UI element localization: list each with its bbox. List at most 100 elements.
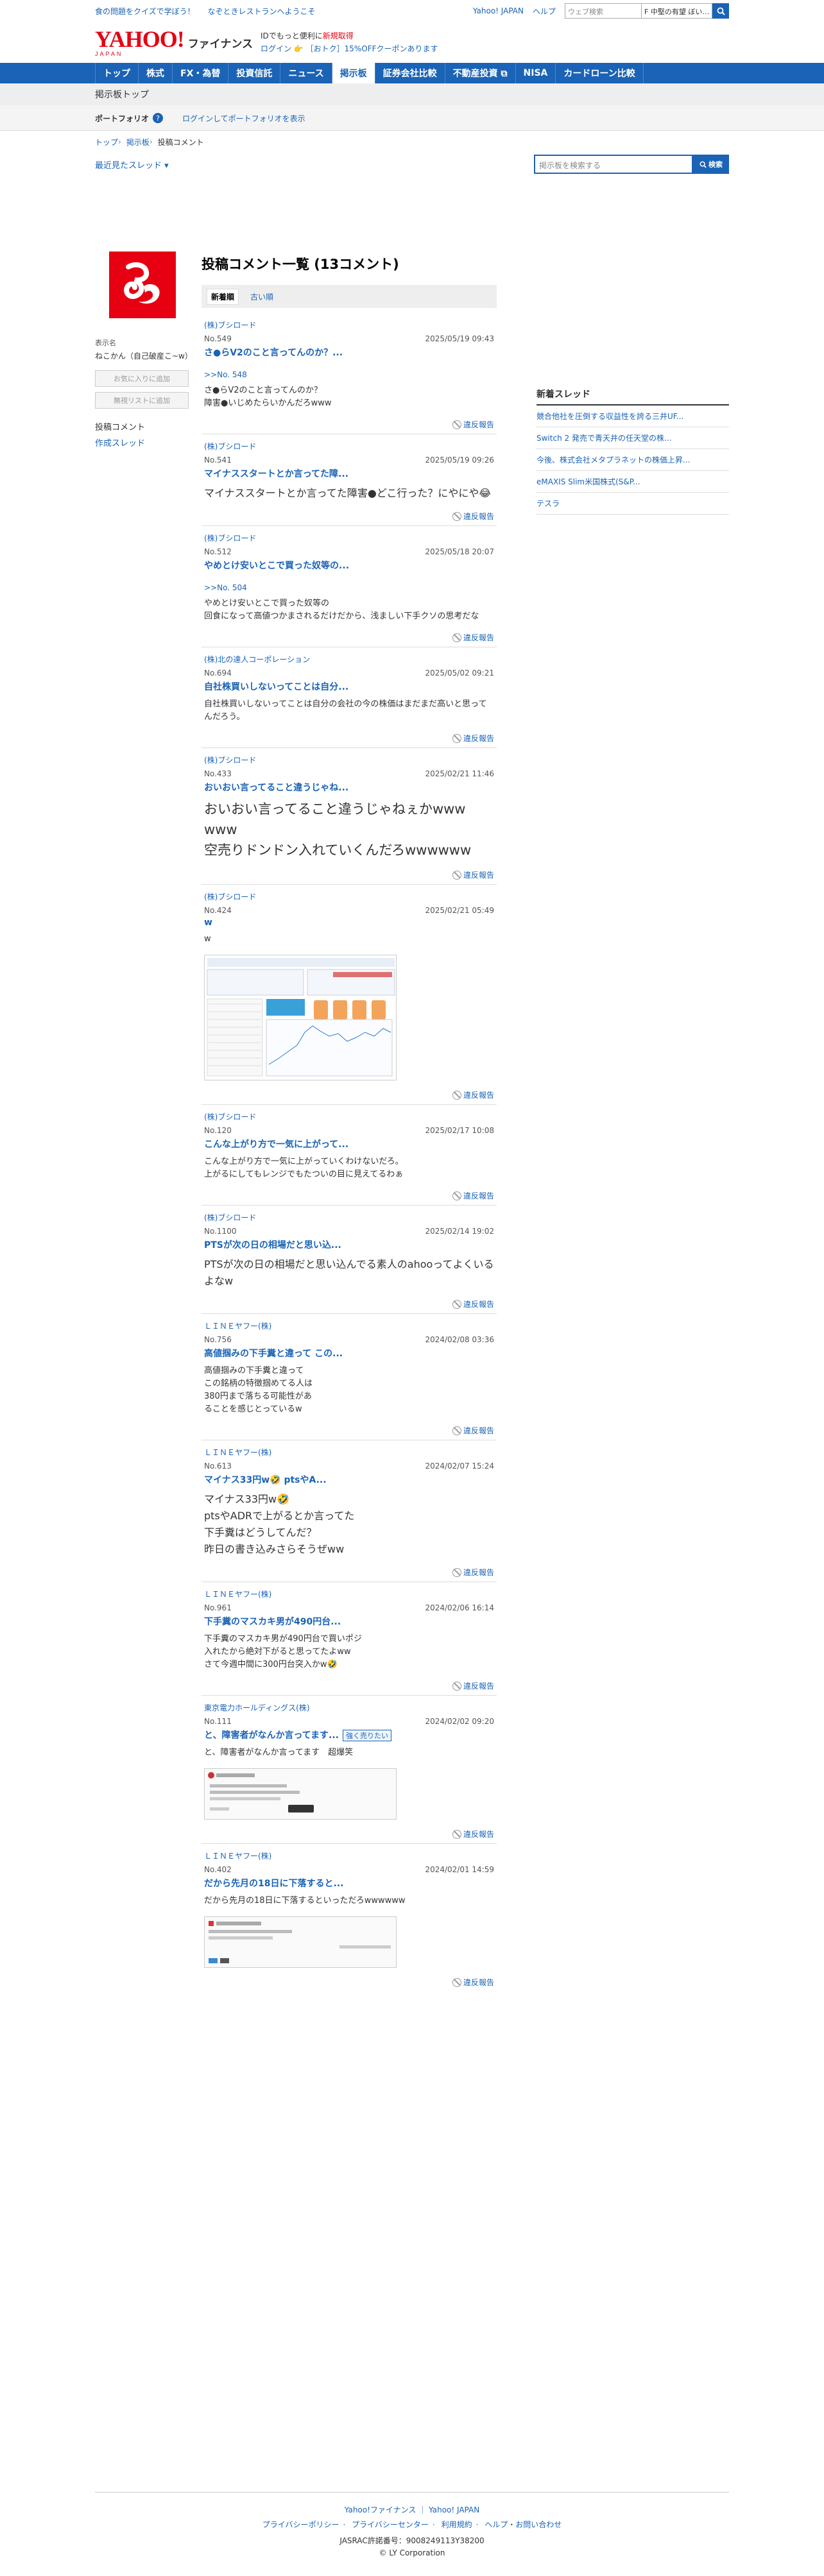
comment-title: PTSが次の日の相場だと思い込... [204,1240,341,1250]
comment-body: やめとけ安いとこで買った奴等の 回食になって高値つかまされるだけだから、浅ましい… [204,599,479,621]
comment-title-link[interactable]: 高値掴みの下手糞と違って この... [204,1347,494,1360]
coupon-link[interactable]: ［おトク］15%OFFクーポンあります [306,44,438,53]
report-link[interactable]: 違反報告 [204,1190,494,1201]
comment-title-link[interactable]: 自社株買いしないってことは自分... [204,680,494,693]
comment-title-link[interactable]: マイナススタートとか言ってた障... [204,467,494,480]
comment-stock-link[interactable]: (株)北の達人コーポレーション [204,654,494,665]
comment-stock-link[interactable]: (株)ブシロード [204,755,494,765]
attached-screenshot-image[interactable] [204,1916,397,1968]
comment-title-link[interactable]: PTSが次の日の相場だと思い込... [204,1238,494,1251]
sort-old-tab[interactable]: 古い順 [250,291,273,302]
comment-title-link[interactable]: おいおい言ってること違うじゃね... [204,781,494,794]
nav-item[interactable]: ニュース [280,63,332,83]
breadcrumb-top[interactable]: トップ [95,137,118,148]
nav-item[interactable]: トップ [95,63,139,83]
comment-stock-link[interactable]: ＬＩＮＥヤフー(株) [204,1850,494,1861]
nav-item[interactable]: NISA [516,63,556,83]
web-search-input[interactable]: ウェブ検索 [565,3,642,19]
nav-item[interactable]: カードローン比較 [556,63,644,83]
board-search-button[interactable]: 検索 [693,155,729,174]
report-link[interactable]: 違反報告 [204,1089,494,1100]
comment-title-link[interactable]: と、障害者がなんか言ってます... 強く売りたい [204,1728,494,1741]
comment-date: 2025/02/14 19:02 [425,1227,494,1236]
comment-title-link[interactable]: w [204,917,494,928]
comment-stock-link[interactable]: (株)ブシロード [204,320,494,330]
comment-title-link[interactable]: だから先月の18日に下落すると... [204,1877,494,1889]
new-thread-link[interactable]: テスラ [536,493,729,515]
prohibited-icon [452,1681,461,1691]
search-button[interactable] [712,3,729,19]
portfolio-login-link[interactable]: ログインしてポートフォリオを表示 [182,113,305,124]
comment-title-link[interactable]: 下手糞のマスカキ男が490円台... [204,1615,494,1628]
report-link[interactable]: 違反報告 [204,1299,494,1309]
nav-item[interactable]: FX・為替 [173,63,229,83]
new-thread-link[interactable]: 競合他社を圧倒する収益性を誇る三井UF... [536,405,729,427]
nav-posted-comments[interactable]: 投稿コメント [95,420,202,432]
footer-link-privacy-center[interactable]: プライバシーセンター [352,2520,429,2529]
reply-anchor-link[interactable]: >>No. 504 [204,583,494,592]
report-link[interactable]: 違反報告 [204,733,494,744]
new-thread-link[interactable]: 今後、株式会社メタプラネットの株価上昇... [536,449,729,471]
nav-item[interactable]: 掲示板 [332,63,375,83]
footer-link-terms[interactable]: 利用規約 [442,2520,472,2529]
sort-new-tab[interactable]: 新着順 [207,288,239,305]
nav-item[interactable]: 投資信託 [228,63,281,83]
report-link[interactable]: 違反報告 [204,869,494,880]
site-search-input[interactable]: F 中堅の有望 ぼい… [642,3,712,19]
report-link[interactable]: 違反報告 [204,1977,494,1988]
nav-item[interactable]: 証券会社比較 [375,63,445,83]
nav-item[interactable]: 不動産投資 ⧉ [445,63,516,83]
comment-stock-link[interactable]: ＬＩＮＥヤフー(株) [204,1447,494,1458]
report-link[interactable]: 違反報告 [204,511,494,522]
report-label: 違反報告 [463,1426,494,1435]
report-link[interactable]: 違反報告 [204,1680,494,1691]
nav-created-threads[interactable]: 作成スレッド [95,436,202,448]
comment-stock-link[interactable]: 東京電力ホールディングス(株) [204,1702,494,1713]
login-link[interactable]: ログイン [261,44,291,53]
top-strip: 食の問題をクイズで学ぼう！ なぞときレストランへようこそ Yahoo! JAPA… [95,0,729,22]
help-icon[interactable]: ? [153,113,164,123]
register-link[interactable]: 新規取得 [323,31,354,40]
comment-title-link[interactable]: マイナス33円w🤣 ptsやA... [204,1473,494,1486]
comment-stock-link[interactable]: (株)ブシロード [204,891,494,902]
new-threads-title: 新着スレッド [536,388,729,405]
attached-screenshot-image[interactable] [204,1768,397,1820]
comment-item: (株)ブシロード No.433 2025/02/21 11:46 おいおい言ってること… [202,747,497,884]
board-search-input[interactable]: 掲示板を検索する [534,155,693,174]
comment-stock-link[interactable]: (株)ブシロード [204,1111,494,1122]
comment-stock-link[interactable]: (株)ブシロード [204,533,494,543]
promo-link-restaurant[interactable]: なぞときレストランへようこそ [207,7,315,16]
yahoo-finance-logo[interactable]: YAHOO! JAPAN ファイナンス [95,28,255,57]
footer-links-main[interactable]: Yahoo!ファイナンス ｜ Yahoo! JAPAN [0,2504,824,2515]
chevron-right-icon: › [118,137,121,146]
comment-item: ＬＩＮＥヤフー(株) No.613 2024/02/07 15:24 マイナス33円w… [202,1440,497,1582]
footer-link-privacy-policy[interactable]: プライバシーポリシー [262,2520,339,2529]
report-link[interactable]: 違反報告 [204,1425,494,1436]
comment-stock-link[interactable]: ＬＩＮＥヤフー(株) [204,1320,494,1331]
recent-threads-dropdown[interactable]: 最近見たスレッド ▾ [95,158,169,171]
reply-anchor-link[interactable]: >>No. 548 [204,370,494,379]
comment-title-link[interactable]: やめとけ安いとこで買った奴等の... [204,559,494,572]
add-ignore-button[interactable]: 無視リストに追加 [95,392,189,409]
report-link[interactable]: 違反報告 [204,632,494,643]
report-link[interactable]: 違反報告 [204,419,494,430]
footer-link-help[interactable]: ヘルプ・お問い合わせ [485,2520,562,2529]
yahoo-japan-link[interactable]: Yahoo! JAPAN [473,6,524,15]
comment-stock-link[interactable]: (株)ブシロード [204,1212,494,1223]
comment-title-link[interactable]: こんな上がり方で一気に上がって... [204,1138,494,1150]
new-thread-link[interactable]: eMAXIS Slim米国株式(S&P... [536,471,729,493]
comment-stock-link[interactable]: (株)ブシロード [204,441,494,452]
attached-stock-chart-image[interactable] [204,955,397,1080]
breadcrumb-board[interactable]: 掲示板 [126,137,150,148]
report-link[interactable]: 違反報告 [204,1567,494,1578]
help-link[interactable]: ヘルプ [533,6,556,17]
add-favorite-button[interactable]: お気に入りに追加 [95,370,189,387]
comment-number: No.111 [204,1717,232,1726]
comment-title-link[interactable]: さ●らV2のこと言ってんのか？... [204,346,494,359]
comment-stock-link[interactable]: ＬＩＮＥヤフー(株) [204,1589,494,1599]
nav-item[interactable]: 株式 [139,63,173,83]
new-thread-link[interactable]: Switch 2 発売で青天井の任天堂の株... [536,427,729,449]
promo-link-quiz[interactable]: 食の問題をクイズで学ぼう！ [95,7,195,16]
report-link[interactable]: 違反報告 [204,1829,494,1839]
comment-title: 下手糞のマスカキ男が490円台... [204,1617,341,1627]
